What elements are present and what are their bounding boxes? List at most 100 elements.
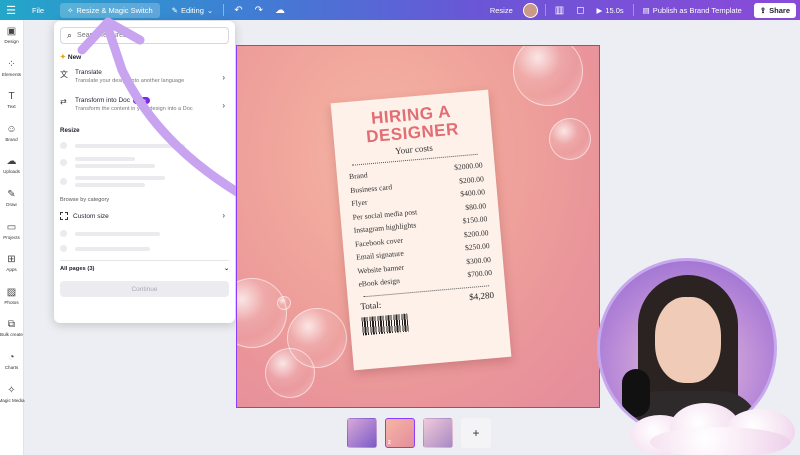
page-thumbnail[interactable]	[423, 418, 453, 448]
total-value: $4,280	[468, 289, 495, 302]
bubble-decoration	[277, 296, 291, 310]
menu-icon[interactable]: ☰	[0, 0, 22, 20]
sidebar-item-label: Draw	[6, 201, 17, 207]
loading-placeholder-row	[60, 230, 229, 237]
presenter-face	[655, 297, 721, 383]
chevron-right-icon: ›	[222, 73, 225, 82]
bubble-decoration	[237, 278, 287, 348]
resize-magic-switch-label: Resize & Magic Switch	[76, 5, 153, 15]
total-label: Total:	[359, 299, 382, 312]
shuffle-icon: ⇄	[60, 97, 67, 106]
sidebar-item-label: Projects	[3, 234, 20, 240]
sidebar-item-bulk-create[interactable]: ⧉ Bulk create	[0, 313, 23, 346]
chevron-down-icon: ⌄	[206, 5, 214, 15]
undo-icon[interactable]: ↶	[228, 5, 248, 16]
sidebar-item-label: Elements	[1, 71, 22, 77]
sidebar-item-label: Uploads	[3, 169, 20, 175]
bulk-create-icon: ⧉	[7, 319, 16, 331]
bubble-decoration	[549, 118, 591, 160]
receipt-graphic[interactable]: HIRING A DESIGNER Your costs Brand $2000.…	[330, 89, 512, 371]
transform-title: Transform into Doc New	[75, 97, 193, 104]
resize-section-header: Resize	[60, 127, 80, 134]
translate-title: Translate	[75, 69, 102, 76]
sidebar-item-label: Design	[4, 39, 19, 44]
sidebar-item-photos[interactable]: ▨ Photos	[0, 281, 23, 314]
page-thumbnail-selected[interactable]: 2	[385, 418, 415, 448]
transform-into-doc-option[interactable]: ⇄ Transform into Doc New Transform the co…	[60, 97, 229, 117]
panel-divider	[60, 260, 229, 261]
apps-icon: ⊞	[7, 254, 16, 266]
sparkle-icon: ✧	[67, 5, 74, 15]
file-menu[interactable]: File	[26, 0, 50, 20]
page-thumbnail[interactable]	[347, 418, 377, 448]
continue-button[interactable]: Continue	[60, 281, 229, 297]
all-pages-label: All pages (3)	[60, 266, 95, 272]
new-label: New	[67, 53, 82, 61]
page-thumbnails: 2 +	[347, 418, 491, 448]
brand-icon: ☺	[6, 123, 17, 135]
add-page-button[interactable]: +	[461, 418, 491, 448]
sidebar-item-elements[interactable]: ⁘ Elements	[0, 53, 23, 86]
loading-placeholder-row	[60, 176, 229, 187]
resize-magic-switch-panel: ⌕ ✦ New 文 Translate Translate your desig…	[54, 21, 235, 323]
page-number: 2	[388, 440, 391, 446]
text-icon: T	[8, 91, 15, 103]
redo-icon[interactable]: ↷	[249, 5, 269, 16]
avatar[interactable]	[522, 2, 538, 18]
sidebar-item-uploads[interactable]: ☁ Uploads	[0, 150, 23, 183]
comment-icon[interactable]: ◻	[570, 5, 590, 16]
editing-mode-dropdown[interactable]: ✎ Editing ⌄	[166, 0, 220, 20]
feature-search-box[interactable]: ⌕	[60, 27, 229, 44]
sidebar-item-text[interactable]: T Text	[0, 85, 23, 118]
loading-placeholder-row	[60, 157, 229, 168]
share-label: Share	[769, 5, 790, 15]
sidebar-item-draw[interactable]: ✎ Draw	[0, 183, 23, 216]
play-icon: ▶	[596, 5, 603, 15]
sidebar-item-design[interactable]: ▣ Design	[0, 20, 23, 53]
toolbar-divider	[544, 4, 546, 16]
barcode-image	[361, 313, 409, 335]
sidebar-item-projects[interactable]: ▭ Projects	[0, 216, 23, 249]
share-button[interactable]: ⇪ Share	[753, 2, 796, 18]
toolbar-divider	[632, 4, 634, 16]
editing-label: Editing	[180, 5, 204, 15]
sidebar-item-label: Apps	[6, 267, 17, 273]
design-icon: ▣	[6, 26, 17, 37]
insights-icon[interactable]: ▥	[549, 5, 570, 16]
toolbar-divider	[223, 4, 225, 16]
item-name: eBook design	[358, 276, 401, 289]
left-sidebar: ▣ Design ⁘ Elements T Text ☺ Brand ☁ Uploads ✎ Draw…	[0, 20, 25, 455]
chevron-right-icon: ›	[222, 101, 225, 110]
draw-icon: ✎	[7, 188, 16, 200]
receipt-items: Brand $2000.00 Business card $200.00 Flyer $4…	[349, 158, 493, 291]
sidebar-item-apps[interactable]: ⊞ Apps	[0, 248, 23, 281]
present-button[interactable]: ▶ 15.0s	[591, 0, 630, 20]
top-toolbar: ☰ File ✧ Resize & Magic Switch ✎ Editing…	[0, 0, 800, 20]
sidebar-item-magic-media[interactable]: ✧ Magic Media	[0, 379, 25, 412]
custom-size-option[interactable]: Custom size ›	[60, 210, 229, 222]
search-input[interactable]	[77, 32, 218, 39]
transform-title-text: Transform into Doc	[75, 97, 131, 104]
new-badge: New	[133, 97, 151, 104]
publish-brand-template-button[interactable]: ▤ Publish as Brand Template	[637, 0, 748, 20]
resize-button[interactable]: Resize	[484, 0, 519, 20]
all-pages-dropdown[interactable]: All pages (3) ⌄	[60, 266, 229, 272]
sidebar-item-charts[interactable]: ◔ Charts	[0, 346, 23, 379]
sidebar-item-label: Text	[7, 104, 16, 110]
receipt-total-row: Total: $4,280	[360, 289, 494, 311]
sidebar-item-label: Brand	[5, 136, 18, 142]
publish-label: Publish as Brand Template	[652, 5, 742, 15]
new-section-header: ✦ New	[60, 53, 229, 62]
item-price: $700.00	[466, 267, 493, 280]
magic-media-icon: ✧	[7, 384, 16, 396]
sidebar-item-brand[interactable]: ☺ Brand	[0, 118, 23, 151]
loading-placeholder-row	[60, 245, 229, 252]
resize-magic-switch-button[interactable]: ✧ Resize & Magic Switch	[60, 2, 160, 18]
sidebar-item-label: Magic Media	[0, 397, 25, 403]
design-canvas[interactable]: HIRING A DESIGNER Your costs Brand $2000.…	[236, 45, 600, 408]
translate-option[interactable]: 文 Translate Translate your design into a…	[60, 69, 229, 89]
bubble-decoration	[513, 46, 583, 106]
search-icon: ⌕	[67, 30, 73, 40]
cloud-save-icon[interactable]: ☁	[269, 5, 291, 16]
elements-icon: ⁘	[7, 58, 16, 70]
